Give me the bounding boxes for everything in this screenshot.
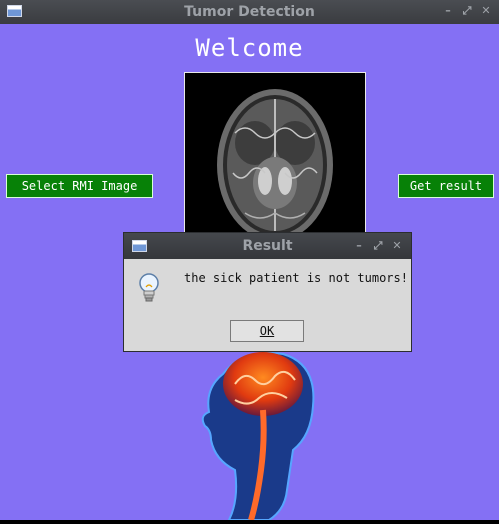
dialog-titlebar[interactable]: Result – ⤢ ✕ [124,233,411,259]
brain-illustration [195,344,325,521]
welcome-heading: Welcome [195,34,304,62]
select-rmi-image-button[interactable]: Select RMI Image [6,174,153,198]
main-titlebar[interactable]: Tumor Detection – ⤢ ✕ [0,0,499,24]
close-button[interactable]: ✕ [479,4,493,18]
minimize-button[interactable]: – [441,4,455,18]
result-message: the sick patient is not tumors! [184,271,408,285]
ok-button[interactable]: OK [230,320,304,342]
maximize-button[interactable]: ⤢ [460,4,474,18]
dialog-title: Result [242,238,293,254]
dialog-window-icon [132,240,147,252]
lightbulb-icon [138,273,160,303]
dialog-close-button[interactable]: ✕ [390,239,404,253]
mri-scan-image [184,72,366,242]
dialog-maximize-button[interactable]: ⤢ [371,239,385,253]
app-window-icon [7,5,22,17]
result-dialog: Result – ⤢ ✕ the sick patient is not tum… [123,232,412,352]
dialog-minimize-button[interactable]: – [352,239,366,253]
window-title: Tumor Detection [184,4,315,20]
get-result-button[interactable]: Get result [398,174,494,198]
